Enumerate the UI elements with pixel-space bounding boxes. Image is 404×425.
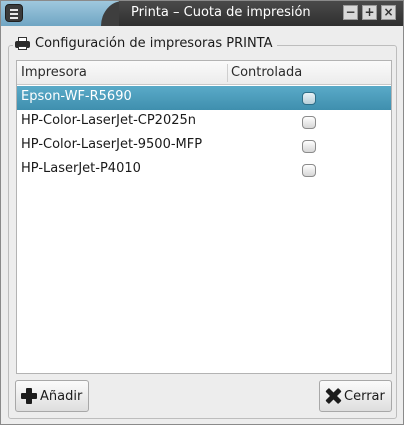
printers-table[interactable]: Impresora Controlada Epson-WF-R5690 HP-C… [16,60,392,374]
table-row[interactable]: HP-Color-LaserJet-9500-MFP [17,134,391,158]
add-button-label: Añadir [40,388,83,404]
x-icon [325,388,341,404]
controlled-checkbox[interactable] [302,164,316,177]
app-window: Printa – Cuota de impresión − + × Config… [0,0,404,425]
window-title: Printa – Cuota de impresión [131,5,311,20]
column-header-printer[interactable]: Impresora [21,65,87,80]
printer-name: HP-LaserJet-P4010 [21,161,141,176]
window-menu-icon[interactable] [5,4,23,22]
title-bar[interactable]: Printa – Cuota de impresión − + × [1,1,403,26]
close-button[interactable]: Cerrar [319,380,392,412]
group-title: Configuración de impresoras PRINTA [13,36,277,51]
printer-name: Epson-WF-R5690 [21,89,132,104]
column-header-controlled[interactable]: Controlada [231,65,302,80]
printer-icon [15,37,30,50]
maximize-button[interactable]: + [362,5,377,20]
column-separator[interactable] [227,64,228,82]
controlled-checkbox[interactable] [302,140,316,153]
group-title-label: Configuración de impresoras PRINTA [35,36,273,51]
table-header: Impresora Controlada [17,61,391,85]
add-button[interactable]: Añadir [15,380,89,412]
minimize-button[interactable]: − [343,5,358,20]
table-row[interactable]: HP-LaserJet-P4010 [17,158,391,182]
printer-name: HP-Color-LaserJet-9500-MFP [21,137,203,152]
table-row[interactable]: HP-Color-LaserJet-CP2025n [17,110,391,134]
close-button-label: Cerrar [344,388,385,404]
table-row[interactable]: Epson-WF-R5690 [17,86,391,110]
plus-icon [21,388,37,404]
controlled-checkbox[interactable] [302,116,316,129]
controlled-checkbox[interactable] [302,92,316,105]
printer-name: HP-Color-LaserJet-CP2025n [21,113,197,128]
close-window-button[interactable]: × [381,5,396,20]
